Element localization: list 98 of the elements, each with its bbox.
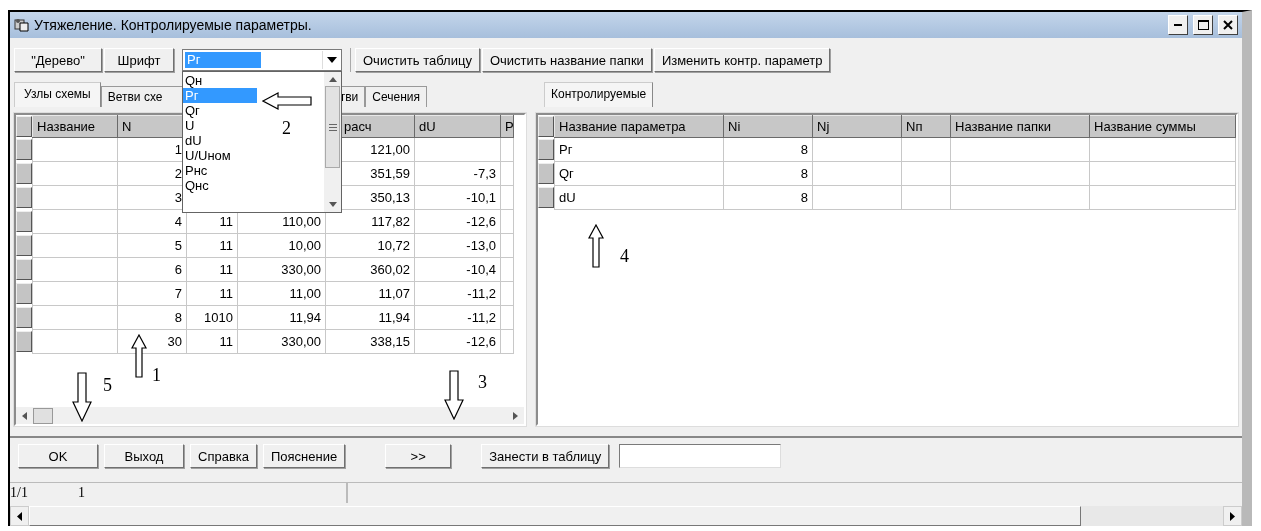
button[interactable]: Пояснение bbox=[263, 444, 346, 468]
button[interactable]: Выход bbox=[104, 444, 184, 468]
scroll-up-icon bbox=[328, 77, 337, 82]
status-text: 1 bbox=[77, 485, 85, 501]
toolbar-button[interactable]: Очистить название папки bbox=[481, 48, 652, 72]
button[interactable]: Занести в таблицу bbox=[481, 444, 610, 468]
table-cell: Рг bbox=[554, 137, 724, 162]
caret-icon bbox=[327, 57, 337, 63]
annotation-number: 3 bbox=[478, 372, 487, 393]
scroll-left-icon bbox=[17, 511, 22, 521]
column-header: Название параметра bbox=[554, 115, 724, 138]
toolbar-button[interactable]: Очистить таблицу bbox=[355, 48, 480, 72]
table-cell: 11 bbox=[186, 281, 238, 306]
row-header bbox=[538, 163, 554, 184]
button[interactable]: OK bbox=[18, 444, 98, 468]
annotation-number: 1 bbox=[152, 365, 161, 386]
table-cell: 11 bbox=[186, 329, 238, 354]
button[interactable]: Справка bbox=[190, 444, 257, 468]
table-cell: -12,6 bbox=[414, 329, 501, 354]
table-cell: Qг bbox=[554, 161, 724, 186]
status-text: 1/1 bbox=[10, 485, 28, 501]
tab[interactable]: Узлы схемы bbox=[14, 82, 101, 107]
table-cell: 11 bbox=[186, 257, 238, 282]
table-cell: 360,02 bbox=[325, 257, 415, 282]
arrow-icon bbox=[262, 92, 312, 110]
table-cell: -10,1 bbox=[414, 185, 501, 210]
table-cell: 8 bbox=[723, 161, 813, 186]
table-cell: dU bbox=[554, 185, 724, 210]
scroll-down-icon bbox=[328, 202, 337, 207]
table-cell: -10,4 bbox=[414, 257, 501, 282]
row-header bbox=[538, 116, 554, 137]
table-cell: 8 bbox=[117, 305, 187, 330]
column-header: Название bbox=[32, 115, 118, 138]
scroll-right-icon bbox=[513, 411, 518, 420]
column-header: Nj bbox=[812, 115, 902, 138]
scroll-right-button[interactable] bbox=[1223, 506, 1242, 526]
table-cell: 11 bbox=[186, 233, 238, 258]
table-cell: 10,72 bbox=[325, 233, 415, 258]
table-cell: 8 bbox=[723, 185, 813, 210]
column-header: Ni bbox=[723, 115, 813, 138]
annotation-number: 4 bbox=[620, 246, 629, 267]
table-cell: 5 bbox=[117, 233, 187, 258]
annotation-number: 2 bbox=[282, 118, 291, 139]
table-cell: 11,07 bbox=[325, 281, 415, 306]
table-cell: 10,00 bbox=[237, 233, 326, 258]
input-field[interactable] bbox=[619, 444, 782, 468]
button[interactable]: >> bbox=[385, 444, 452, 468]
grip-icon bbox=[328, 123, 337, 131]
table-cell: -7,3 bbox=[414, 161, 501, 186]
row-header bbox=[538, 187, 554, 208]
table-cell: 338,15 bbox=[325, 329, 415, 354]
dropdown-value: Рг bbox=[185, 52, 261, 68]
scroll-thumb[interactable] bbox=[33, 407, 53, 424]
tab[interactable]: Сечения bbox=[365, 86, 427, 107]
minimize-button[interactable] bbox=[1168, 15, 1188, 35]
tab[interactable]: Контролируемые bbox=[544, 82, 654, 107]
table-cell: 11,00 bbox=[237, 281, 326, 306]
scroll-left-button[interactable] bbox=[10, 506, 29, 526]
maximize-button[interactable] bbox=[1193, 15, 1213, 35]
toolbar-button[interactable]: Шрифт bbox=[104, 48, 174, 72]
toolbar-button[interactable]: "Дерево" bbox=[14, 48, 102, 72]
row-header bbox=[538, 139, 554, 160]
row-header bbox=[16, 116, 32, 137]
table-cell: 117,82 bbox=[325, 209, 415, 234]
close-button[interactable] bbox=[1218, 15, 1238, 35]
scroll-left-icon bbox=[22, 411, 27, 420]
table-cell: 8 bbox=[723, 137, 813, 162]
table-cell: -13,0 bbox=[414, 233, 501, 258]
arrow-icon bbox=[131, 334, 147, 378]
annotation-number: 5 bbox=[103, 375, 112, 396]
maximize-icon bbox=[1197, 20, 1209, 30]
vertical-scrollbar[interactable] bbox=[324, 72, 341, 212]
toolbar-button[interactable]: Изменить контр. параметр bbox=[653, 48, 831, 72]
arrow-icon bbox=[72, 372, 92, 422]
horizontal-scrollbar[interactable] bbox=[16, 407, 524, 424]
column-header: Название суммы bbox=[1089, 115, 1236, 138]
close-icon bbox=[1223, 20, 1233, 30]
table-cell: -11,2 bbox=[414, 305, 501, 330]
table-cell: 11,94 bbox=[325, 305, 415, 330]
column-header: Название папки bbox=[950, 115, 1090, 138]
column-header: Nп bbox=[901, 115, 951, 138]
table-cell: -11,2 bbox=[414, 281, 501, 306]
minimize-icon bbox=[1174, 24, 1182, 26]
table-cell: 330,00 bbox=[237, 329, 326, 354]
table-cell: 11,94 bbox=[237, 305, 326, 330]
arrow-icon bbox=[444, 370, 464, 420]
table-cell: 330,00 bbox=[237, 257, 326, 282]
scroll-thumb[interactable] bbox=[325, 86, 340, 168]
arrow-icon bbox=[588, 224, 604, 268]
table-cell: -12,6 bbox=[414, 209, 501, 234]
table-cell: 1010 bbox=[186, 305, 238, 330]
table-cell: 7 bbox=[117, 281, 187, 306]
app-icon bbox=[14, 17, 30, 33]
dropdown-option[interactable]: Qн bbox=[183, 73, 257, 88]
scroll-right-icon bbox=[1230, 511, 1235, 521]
column-header: dU bbox=[414, 115, 501, 138]
table-cell: 6 bbox=[117, 257, 187, 282]
window-title: Утяжеление. Контролируемые параметры. bbox=[34, 17, 312, 33]
